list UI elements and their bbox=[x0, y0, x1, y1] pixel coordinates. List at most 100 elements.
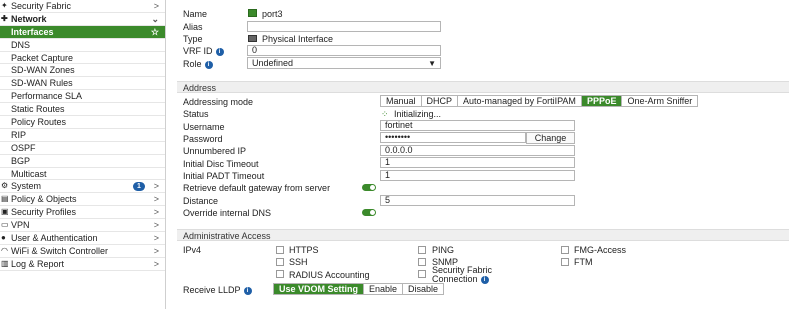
chevron-right-icon: > bbox=[153, 233, 159, 244]
sidebar-item-label: User & Authentication bbox=[11, 233, 98, 244]
lldp-disable[interactable]: Disable bbox=[403, 284, 443, 294]
https-checkbox[interactable] bbox=[276, 246, 284, 254]
sidebar-item-label: Policy Routes bbox=[11, 117, 67, 128]
sidebar-item-label: VPN bbox=[11, 220, 30, 231]
sidebar-item-rip[interactable]: RIP bbox=[0, 129, 165, 142]
sidebar-item-system[interactable]: ⚙ System 1 > bbox=[0, 180, 165, 194]
snmp-checkbox[interactable] bbox=[418, 258, 426, 266]
spinner-icon: ⁘ bbox=[381, 109, 389, 119]
status-label: Status bbox=[183, 109, 209, 119]
unnumbered-ip-input[interactable]: 0.0.0.0 bbox=[380, 145, 575, 156]
disc-timeout-input[interactable]: 1 bbox=[380, 157, 575, 168]
chart-icon: ▥ bbox=[1, 258, 9, 268]
sidebar-item-label: Static Routes bbox=[11, 104, 65, 115]
addressing-mode-label: Addressing mode bbox=[183, 97, 254, 107]
info-icon[interactable]: i bbox=[215, 47, 224, 56]
mode-dhcp[interactable]: DHCP bbox=[422, 96, 459, 106]
radius-accounting-checkbox[interactable] bbox=[276, 270, 284, 278]
ipv4-label: IPv4 bbox=[183, 245, 202, 255]
sidebar-item-security-profiles[interactable]: ▣ Security Profiles > bbox=[0, 206, 165, 220]
mode-pppoe[interactable]: PPPoE bbox=[581, 96, 623, 106]
info-icon[interactable]: i bbox=[204, 60, 213, 69]
sidebar-item-policy-objects[interactable]: ▤ Policy & Objects > bbox=[0, 193, 165, 207]
security-fabric-connection-checkbox[interactable] bbox=[418, 270, 426, 278]
distance-input[interactable]: 5 bbox=[380, 195, 575, 206]
receive-lldp-text: Receive LLDP bbox=[183, 285, 241, 295]
sidebar-item-sd-wan-rules[interactable]: SD-WAN Rules bbox=[0, 77, 165, 91]
star-icon[interactable]: ☆ bbox=[151, 26, 159, 39]
sidebar-item-dns[interactable]: DNS bbox=[0, 39, 165, 52]
chevron-right-icon: > bbox=[153, 194, 159, 205]
change-password-button[interactable]: Change bbox=[526, 132, 575, 144]
lldp-use-vdom-setting[interactable]: Use VDOM Setting bbox=[274, 284, 365, 294]
padt-timeout-input[interactable]: 1 bbox=[380, 170, 575, 181]
alias-input[interactable] bbox=[247, 21, 441, 32]
status-value: Initializing... bbox=[394, 109, 442, 119]
sidebar-item-policy-routes[interactable]: Policy Routes bbox=[0, 116, 165, 129]
sidebar-item-security-fabric[interactable]: ✦ Security Fabric > bbox=[0, 0, 165, 13]
address-section-header: Address bbox=[177, 81, 789, 93]
role-select[interactable]: Undefined ▼ bbox=[247, 57, 441, 69]
sidebar-item-performance-sla[interactable]: Performance SLA bbox=[0, 90, 165, 104]
sidebar-item-label: RIP bbox=[11, 129, 27, 140]
receive-lldp-selector[interactable]: Use VDOM Setting Enable Disable bbox=[273, 283, 445, 295]
mode-manual[interactable]: Manual bbox=[381, 96, 422, 106]
sidebar-item-label: DNS bbox=[11, 39, 31, 50]
password-label: Password bbox=[183, 134, 223, 144]
sidebar-item-wifi-switch[interactable]: ◠ WiFi & Switch Controller > bbox=[0, 245, 165, 258]
retrieve-gateway-label: Retrieve default gateway from server bbox=[183, 183, 331, 193]
vrf-id-text: VRF ID bbox=[183, 46, 213, 56]
lldp-enable[interactable]: Enable bbox=[364, 284, 404, 294]
override-dns-label: Override internal DNS bbox=[183, 208, 272, 218]
port-icon bbox=[248, 9, 257, 17]
password-input[interactable]: •••••••• bbox=[380, 132, 526, 143]
sidebar-item-user-authentication[interactable]: ● User & Authentication > bbox=[0, 232, 165, 245]
network-icon: ✚ bbox=[1, 13, 8, 23]
name-value: port3 bbox=[262, 9, 283, 19]
admin-access-section-header: Administrative Access bbox=[177, 229, 789, 241]
retrieve-gateway-toggle[interactable] bbox=[362, 184, 376, 191]
ftm-checkbox[interactable] bbox=[561, 258, 569, 266]
sidebar-item-label: BGP bbox=[11, 155, 31, 166]
username-input[interactable]: fortinet bbox=[380, 120, 575, 131]
sidebar-item-label: Multicast bbox=[11, 168, 47, 179]
padt-timeout-label: Initial PADT Timeout bbox=[183, 171, 265, 181]
name-label: Name bbox=[183, 9, 208, 19]
user-icon: ● bbox=[1, 233, 6, 243]
vpn-icon: ▭ bbox=[1, 220, 9, 230]
caret-down-icon: ▼ bbox=[428, 59, 436, 68]
fmg-access-checkbox[interactable] bbox=[561, 246, 569, 254]
ping-checkbox[interactable] bbox=[418, 246, 426, 254]
ssh-label: SSH bbox=[289, 257, 308, 267]
ssh-checkbox[interactable] bbox=[276, 258, 284, 266]
policy-icon: ▤ bbox=[1, 194, 9, 204]
chevron-right-icon: > bbox=[153, 1, 159, 11]
sidebar-item-bgp[interactable]: BGP bbox=[0, 155, 165, 168]
vrf-id-input[interactable]: 0 bbox=[247, 45, 441, 56]
ping-label: PING bbox=[432, 245, 455, 255]
sidebar-item-network[interactable]: ✚ Network ⌄ bbox=[0, 13, 165, 26]
sidebar-item-packet-capture[interactable]: Packet Capture bbox=[0, 52, 165, 65]
sidebar-item-interfaces[interactable]: Interfaces ☆ bbox=[0, 25, 165, 39]
distance-label: Distance bbox=[183, 196, 219, 206]
sidebar-item-sd-wan-zones[interactable]: SD-WAN Zones bbox=[0, 64, 165, 78]
security-fabric-icon: ✦ bbox=[1, 1, 8, 10]
sidebar-item-log-report[interactable]: ▥ Log & Report > bbox=[0, 258, 165, 271]
type-value: Physical Interface bbox=[262, 34, 334, 44]
gear-icon: ⚙ bbox=[1, 181, 9, 191]
alias-label: Alias bbox=[183, 22, 203, 32]
info-icon[interactable]: i bbox=[243, 286, 252, 295]
interface-edit-form: Name port3 Alias Type Physical Interface… bbox=[174, 0, 791, 309]
physical-interface-icon bbox=[248, 35, 257, 42]
addressing-mode-selector[interactable]: Manual DHCP Auto-managed by FortiIPAM PP… bbox=[380, 95, 699, 107]
override-dns-toggle[interactable] bbox=[362, 209, 376, 216]
sidebar-item-multicast[interactable]: Multicast bbox=[0, 168, 165, 181]
sidebar-item-static-routes[interactable]: Static Routes bbox=[0, 103, 165, 117]
sidebar-item-label: Network bbox=[11, 13, 47, 24]
mode-one-arm-sniffer[interactable]: One-Arm Sniffer bbox=[622, 96, 697, 106]
chevron-right-icon: > bbox=[153, 220, 159, 231]
sidebar-item-vpn[interactable]: ▭ VPN > bbox=[0, 219, 165, 233]
info-icon[interactable]: i bbox=[480, 275, 489, 284]
mode-fortiipam[interactable]: Auto-managed by FortiIPAM bbox=[458, 96, 582, 106]
sidebar-item-ospf[interactable]: OSPF bbox=[0, 142, 165, 155]
